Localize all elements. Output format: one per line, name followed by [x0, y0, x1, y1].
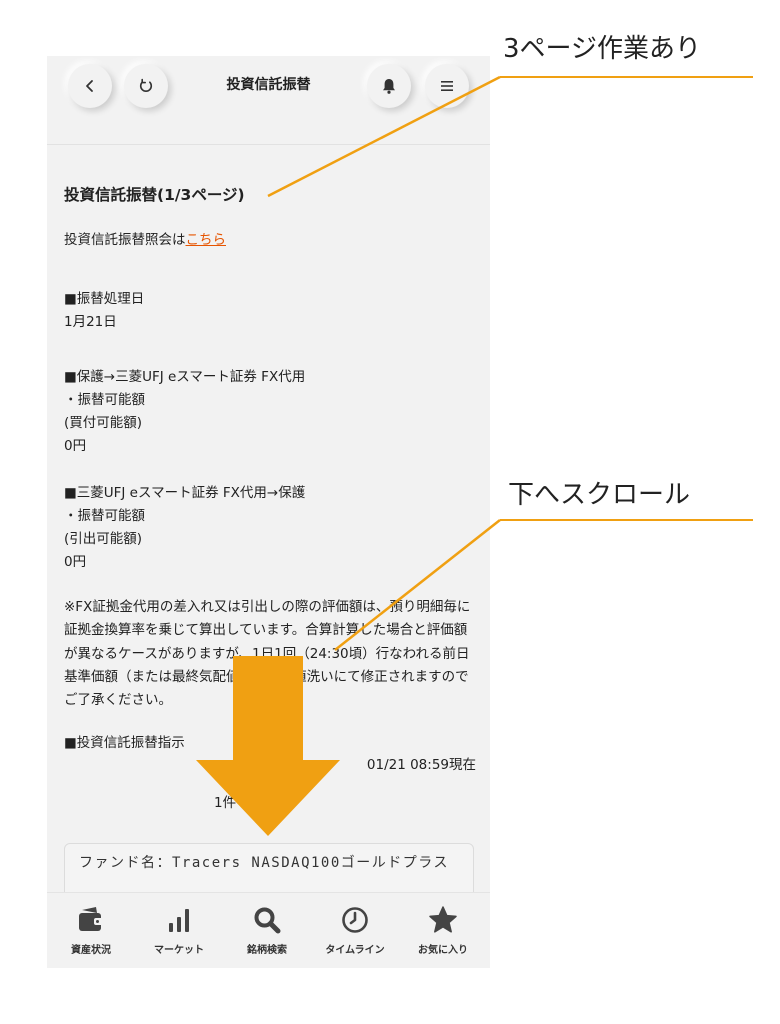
from-fx-label: ・振替可能額	[64, 508, 145, 524]
search-icon	[254, 907, 281, 934]
fund-name: ファンド名：Tracers NASDAQ100ゴールドプラス	[79, 855, 450, 871]
clock-icon	[342, 907, 368, 933]
chevron-left-icon	[86, 80, 93, 92]
app-header: 投資信託振替	[47, 56, 490, 145]
nav-label-market: マーケット	[154, 945, 204, 956]
nav-label-timeline: タイムライン	[325, 945, 385, 956]
pages-note: 3ページ作業あり	[503, 34, 702, 64]
to-fx-heading: ■保護→三菱UFJ eスマート証券 FX代用	[64, 369, 306, 385]
refresh-button[interactable]	[124, 64, 168, 108]
notification-button[interactable]	[367, 64, 411, 108]
notice-text: ※FX証拠金代用の差入れ又は引出しの際の評価額は、預り明細毎に証拠金換算率を乗じ…	[64, 599, 471, 709]
page-title: 投資信託振替	[226, 77, 311, 93]
inquiry-link[interactable]: こちら	[186, 232, 227, 248]
timestamp: 01/21 08:59現在	[366, 757, 476, 773]
nav-item-timeline[interactable]: タイムライン	[311, 893, 399, 968]
menu-button[interactable]	[425, 64, 469, 108]
from-fx-value: 0円	[64, 554, 87, 570]
hamburger-menu-icon	[441, 81, 453, 91]
date-value: 1月21日	[64, 314, 117, 330]
inquiry-text: 投資信託振替照会は	[64, 232, 186, 248]
to-fx-value: 0円	[64, 438, 87, 454]
to-fx-sublabel: (買付可能額)	[64, 415, 143, 431]
nav-item-search[interactable]: 銘柄検索	[223, 893, 311, 968]
inquiry-line: 投資信託振替照会はこちら	[64, 229, 226, 252]
date-heading: ■振替処理日	[64, 291, 145, 307]
from-fx-sublabel: (引出可能額)	[64, 531, 143, 547]
nav-label-search: 銘柄検索	[247, 945, 287, 956]
result-count: 1件	[214, 795, 237, 811]
from-fx-heading: ■三菱UFJ eスマート証券 FX代用→保護	[64, 485, 306, 501]
app-screen: 投資信託振替 投資信託振替(1/3ページ) 投資信託振替照会はこちら ■振替処理…	[47, 56, 490, 968]
section-title: 投資信託振替(1/3ページ)	[64, 186, 245, 204]
nav-item-market[interactable]: マーケット	[135, 893, 223, 968]
nav-item-assets[interactable]: 資産状況	[47, 893, 135, 968]
scroll-note: 下へスクロール	[508, 480, 691, 510]
bottom-nav: 資産状況 マーケット 銘柄検索 タイムライン お気に入り	[47, 892, 490, 968]
refresh-icon	[139, 78, 153, 92]
nav-label-favorites: お気に入り	[418, 945, 468, 956]
wallet-icon	[79, 907, 103, 931]
back-button[interactable]	[68, 64, 112, 108]
bell-icon	[383, 79, 395, 94]
nav-item-favorites[interactable]: お気に入り	[399, 893, 487, 968]
bar-chart-icon	[169, 909, 189, 932]
star-icon	[429, 906, 457, 933]
nav-label-assets: 資産状況	[71, 945, 111, 956]
instruction-heading: ■投資信託振替指示	[64, 735, 185, 751]
to-fx-label: ・振替可能額	[64, 392, 145, 408]
